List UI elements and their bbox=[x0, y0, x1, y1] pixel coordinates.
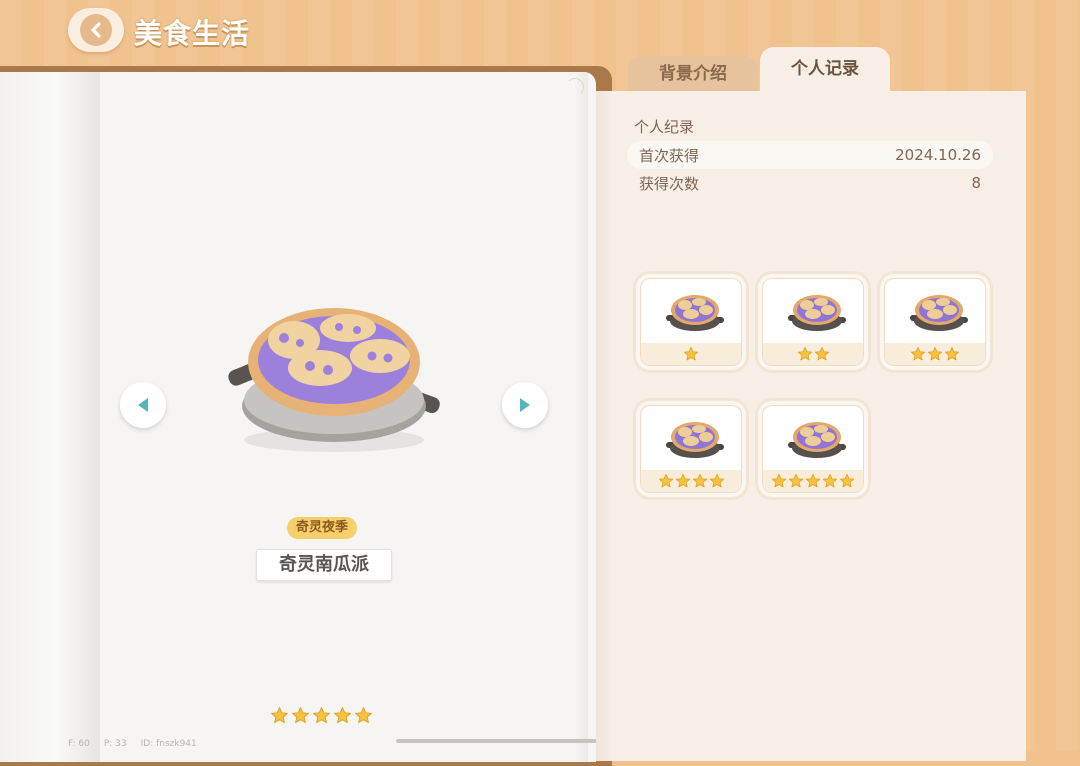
star-icon bbox=[709, 473, 724, 488]
variant-star-row bbox=[763, 343, 863, 365]
star-icon bbox=[334, 707, 351, 724]
star-icon bbox=[822, 473, 838, 488]
star-icon bbox=[797, 346, 812, 361]
record-value: 2024.10.26 bbox=[895, 146, 981, 164]
variant-card-3-star[interactable] bbox=[880, 274, 990, 370]
variant-card-1-star[interactable] bbox=[636, 274, 746, 370]
variant-card-frame bbox=[640, 278, 742, 366]
star-icon bbox=[788, 473, 804, 488]
variant-card-2-star[interactable] bbox=[758, 274, 868, 370]
page-gutter bbox=[0, 72, 100, 762]
back-button[interactable] bbox=[68, 8, 124, 52]
variant-star-row bbox=[885, 343, 985, 365]
variant-card-5-star[interactable] bbox=[758, 401, 868, 497]
tab-personal-record[interactable]: 个人记录 bbox=[760, 47, 890, 91]
star-icon bbox=[927, 346, 943, 361]
triangle-left-icon bbox=[138, 398, 148, 412]
record-section-title: 个人纪录 bbox=[634, 118, 695, 136]
star-icon bbox=[839, 473, 855, 488]
debug-id: ID: fnszk941 bbox=[140, 739, 197, 749]
star-icon bbox=[355, 707, 372, 724]
variant-card-frame bbox=[762, 405, 864, 493]
debug-fps: F: 60 bbox=[68, 739, 90, 749]
debug-ping: P: 33 bbox=[103, 739, 127, 749]
prev-arrow-button[interactable] bbox=[120, 382, 166, 428]
star-icon bbox=[292, 707, 309, 724]
star-icon bbox=[814, 346, 829, 361]
record-row-times-obtained: 获得次数 8 bbox=[627, 169, 993, 197]
page-edge bbox=[574, 72, 588, 762]
variant-card-4-star[interactable] bbox=[636, 401, 746, 497]
pumpkin-pie-thumbnail bbox=[666, 422, 724, 458]
star-icon bbox=[271, 707, 288, 724]
corner-ornament bbox=[566, 78, 584, 96]
star-icon bbox=[683, 346, 699, 361]
debug-info: F: 60 P: 33 ID: fnszk941 bbox=[68, 739, 197, 749]
variant-card-frame bbox=[762, 278, 864, 366]
star-icon bbox=[805, 473, 821, 488]
tab-background-intro[interactable]: 背景介绍 bbox=[628, 56, 758, 92]
rating-stars bbox=[270, 706, 373, 725]
variant-card-frame bbox=[640, 405, 742, 493]
variant-star-row bbox=[641, 343, 741, 365]
record-label: 首次获得 bbox=[639, 146, 700, 165]
pumpkin-pie-thumbnail bbox=[788, 295, 846, 331]
record-value: 8 bbox=[971, 174, 981, 192]
star-icon bbox=[771, 473, 787, 488]
pumpkin-pie-thumbnail bbox=[788, 422, 846, 458]
pumpkin-pie-image bbox=[228, 308, 440, 452]
food-name: 奇灵南瓜派 bbox=[256, 549, 392, 581]
chevron-left-icon bbox=[80, 14, 112, 46]
star-icon bbox=[313, 707, 330, 724]
variant-star-row bbox=[641, 470, 741, 492]
star-icon bbox=[675, 473, 690, 488]
variant-star-row bbox=[763, 470, 863, 492]
triangle-right-icon bbox=[520, 398, 530, 412]
star-icon bbox=[658, 473, 673, 488]
star-icon bbox=[910, 346, 926, 361]
pumpkin-pie-thumbnail bbox=[910, 295, 968, 331]
star-icon bbox=[692, 473, 707, 488]
record-label: 获得次数 bbox=[639, 174, 700, 193]
record-row-first-obtained: 首次获得 2024.10.26 bbox=[627, 141, 993, 169]
season-badge: 奇灵夜季 bbox=[287, 517, 358, 539]
page-title: 美食生活 bbox=[134, 17, 251, 50]
star-icon bbox=[944, 346, 960, 361]
variant-card-frame bbox=[884, 278, 986, 366]
pumpkin-pie-thumbnail bbox=[666, 295, 724, 331]
next-arrow-button[interactable] bbox=[502, 382, 548, 428]
